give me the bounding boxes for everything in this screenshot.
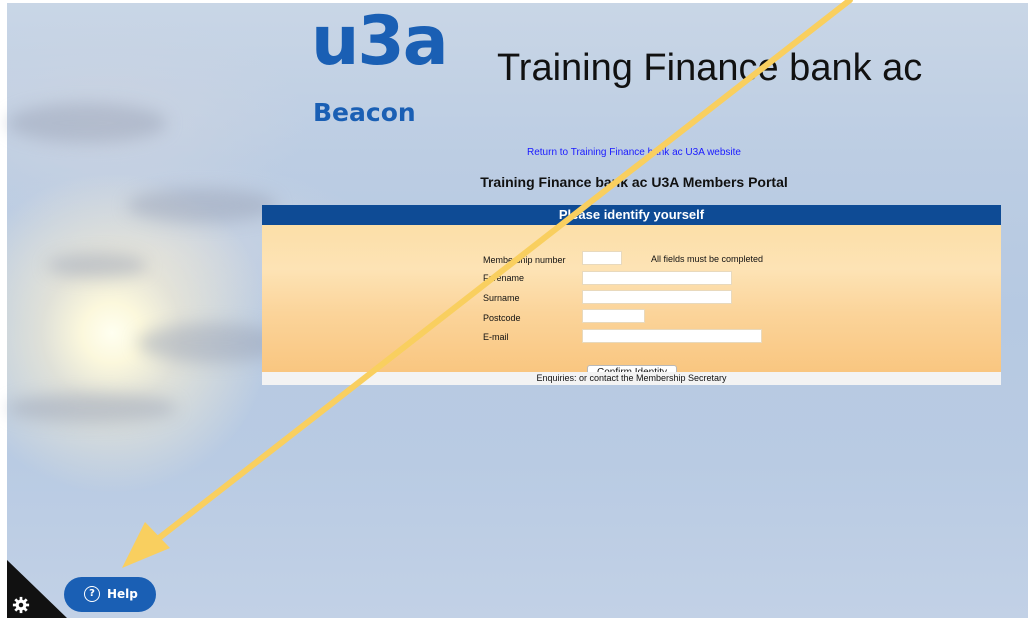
email-input[interactable]: [582, 329, 762, 343]
forename-label: Forename: [483, 273, 525, 283]
surname-label: Surname: [483, 293, 520, 303]
help-button[interactable]: ? Help: [64, 577, 156, 612]
identify-form: Please identify yourself Membership numb…: [262, 205, 1001, 385]
membership-number-label: Membership number: [483, 255, 566, 265]
cloud: [7, 103, 167, 143]
logo-mark: u3a: [311, 2, 449, 81]
return-to-website-link[interactable]: Return to Training Finance bank ac U3A w…: [0, 147, 1028, 158]
site-title: Training Finance bank ac: [497, 47, 923, 89]
u3a-beacon-logo: u3a Beacon: [311, 8, 471, 128]
gear-icon[interactable]: [12, 596, 30, 614]
cloud: [7, 393, 177, 423]
surname-input[interactable]: [582, 290, 732, 304]
help-label: Help: [107, 587, 138, 601]
form-note: All fields must be completed: [651, 254, 764, 264]
page: u3a Beacon Training Finance bank ac Retu…: [0, 0, 1028, 618]
membership-number-input[interactable]: [582, 251, 622, 265]
forename-input[interactable]: [582, 271, 732, 285]
logo-subtitle: Beacon: [313, 98, 416, 127]
form-body: Membership number All fields must be com…: [262, 225, 1001, 381]
postcode-input[interactable]: [582, 309, 645, 323]
postcode-label: Postcode: [483, 313, 521, 323]
form-header: Please identify yourself: [262, 205, 1001, 225]
form-footer: Enquiries: or contact the Membership Sec…: [262, 372, 1001, 385]
question-circle-icon: ?: [84, 586, 100, 602]
portal-heading: Training Finance bank ac U3A Members Por…: [480, 174, 788, 190]
cloud: [127, 188, 277, 223]
cloud: [47, 253, 147, 278]
email-label: E-mail: [483, 332, 509, 342]
